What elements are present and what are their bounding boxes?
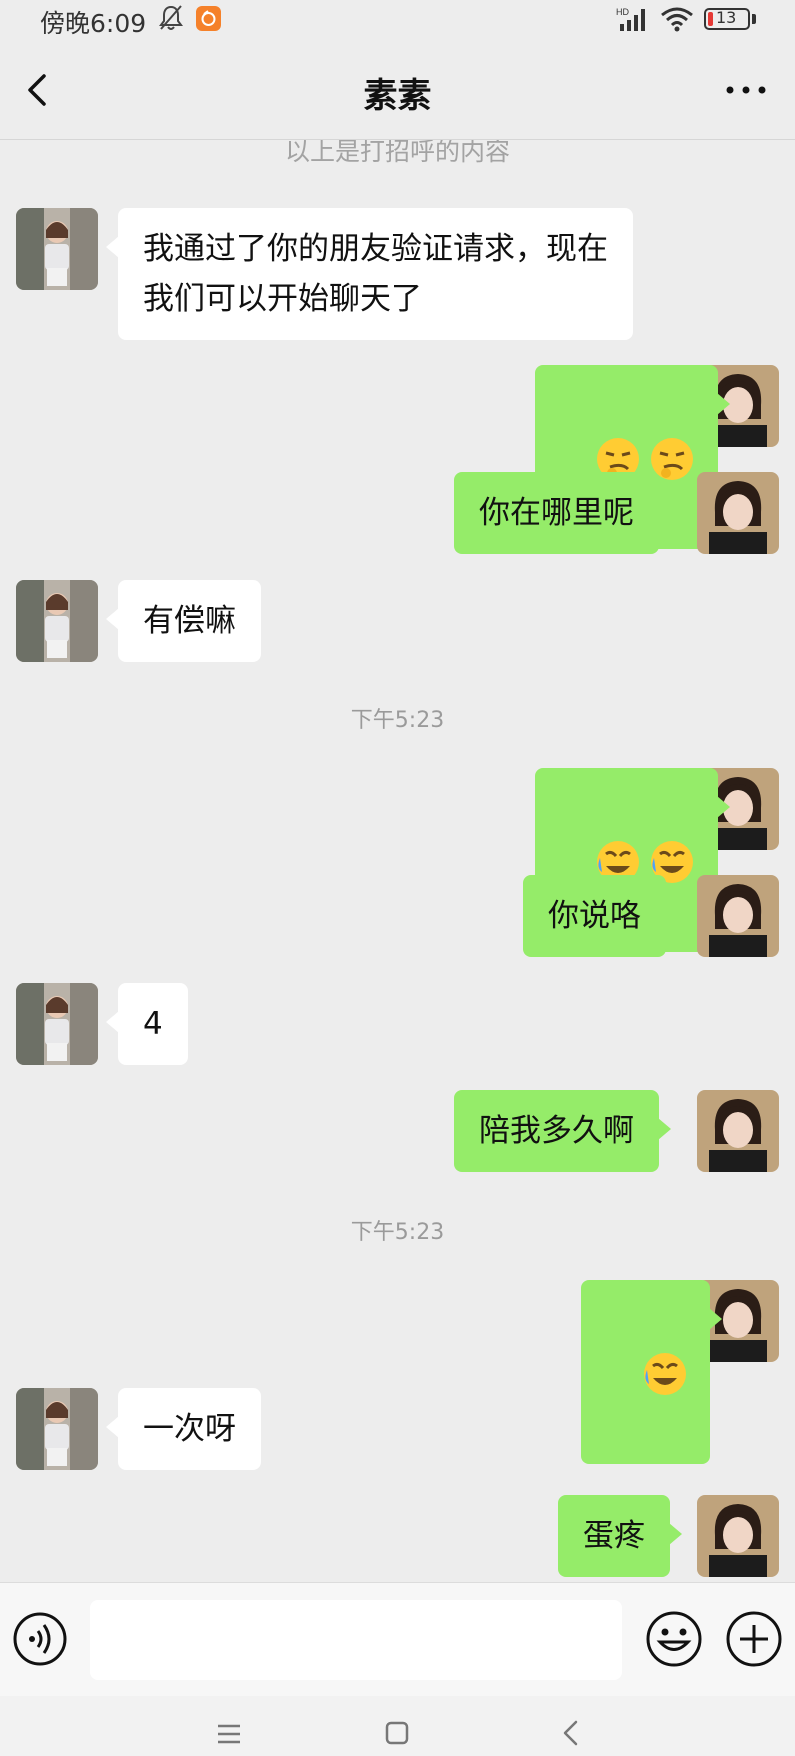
system-nav-bar — [0, 1696, 795, 1756]
my-avatar[interactable] — [697, 875, 779, 957]
battery-level: 13 — [716, 8, 737, 27]
message-timestamp: 下午5:23 — [350, 708, 445, 733]
chat-header: 素素 — [0, 40, 795, 140]
back-chevron-icon[interactable] — [554, 1716, 588, 1750]
network-label: HD — [616, 7, 629, 17]
app-notification-icon — [196, 6, 221, 31]
more-dots-icon[interactable] — [720, 66, 772, 114]
contact-avatar[interactable] — [16, 580, 98, 662]
status-bar: 傍晚6:09 HD 13 — [0, 0, 795, 40]
message-bubble-me[interactable] — [581, 1280, 723, 1464]
battery-level-fill — [708, 12, 713, 26]
message-bubble-me[interactable]: 你说咯 — [523, 875, 678, 957]
message-bubble-contact[interactable]: 我通过了你的朋友验证请求，现在 我们可以开始聊天了 — [106, 208, 633, 340]
home-square-icon[interactable] — [380, 1718, 414, 1748]
message-timestamp: 下午5:23 — [350, 1220, 445, 1245]
my-avatar[interactable] — [697, 1090, 779, 1172]
mute-bell-icon — [159, 5, 183, 30]
emoji-face-icon[interactable] — [644, 1609, 704, 1669]
status-time: 傍晚6:09 — [40, 9, 147, 38]
message-bubble-contact[interactable]: 有偿嘛 — [106, 580, 261, 662]
battery-tip — [752, 14, 756, 24]
chat-title: 素素 — [363, 76, 432, 116]
plus-icon[interactable] — [724, 1609, 784, 1669]
contact-avatar[interactable] — [16, 1388, 98, 1470]
system-note: 以上是打招呼的内容 — [284, 140, 510, 166]
voice-icon[interactable] — [12, 1611, 68, 1667]
message-bubble-contact[interactable]: 一次呀 — [106, 1388, 261, 1470]
my-avatar[interactable] — [697, 1495, 779, 1577]
contact-avatar[interactable] — [16, 208, 98, 290]
my-avatar[interactable] — [697, 472, 779, 554]
wifi-icon — [661, 7, 693, 32]
menu-lines-icon[interactable] — [212, 1718, 246, 1748]
battery-icon: 13 — [704, 8, 750, 30]
signal-icon: HD — [616, 7, 645, 31]
message-bubble-me[interactable]: 陪我多久啊 — [454, 1090, 671, 1172]
message-list[interactable]: 以上是打招呼的内容 我通过了你的朋友验证请求，现在 我们可以开始聊天了 你在哪里… — [0, 140, 795, 1582]
input-bar — [0, 1582, 795, 1696]
message-bubble-me[interactable]: 蛋疼 — [558, 1495, 682, 1577]
crying-laughing-emoji — [644, 1352, 687, 1395]
message-input[interactable] — [90, 1600, 622, 1680]
message-bubble-me[interactable]: 你在哪里呢 — [454, 472, 671, 554]
message-bubble-contact[interactable]: 4 — [106, 983, 188, 1065]
contact-avatar[interactable] — [16, 983, 98, 1065]
